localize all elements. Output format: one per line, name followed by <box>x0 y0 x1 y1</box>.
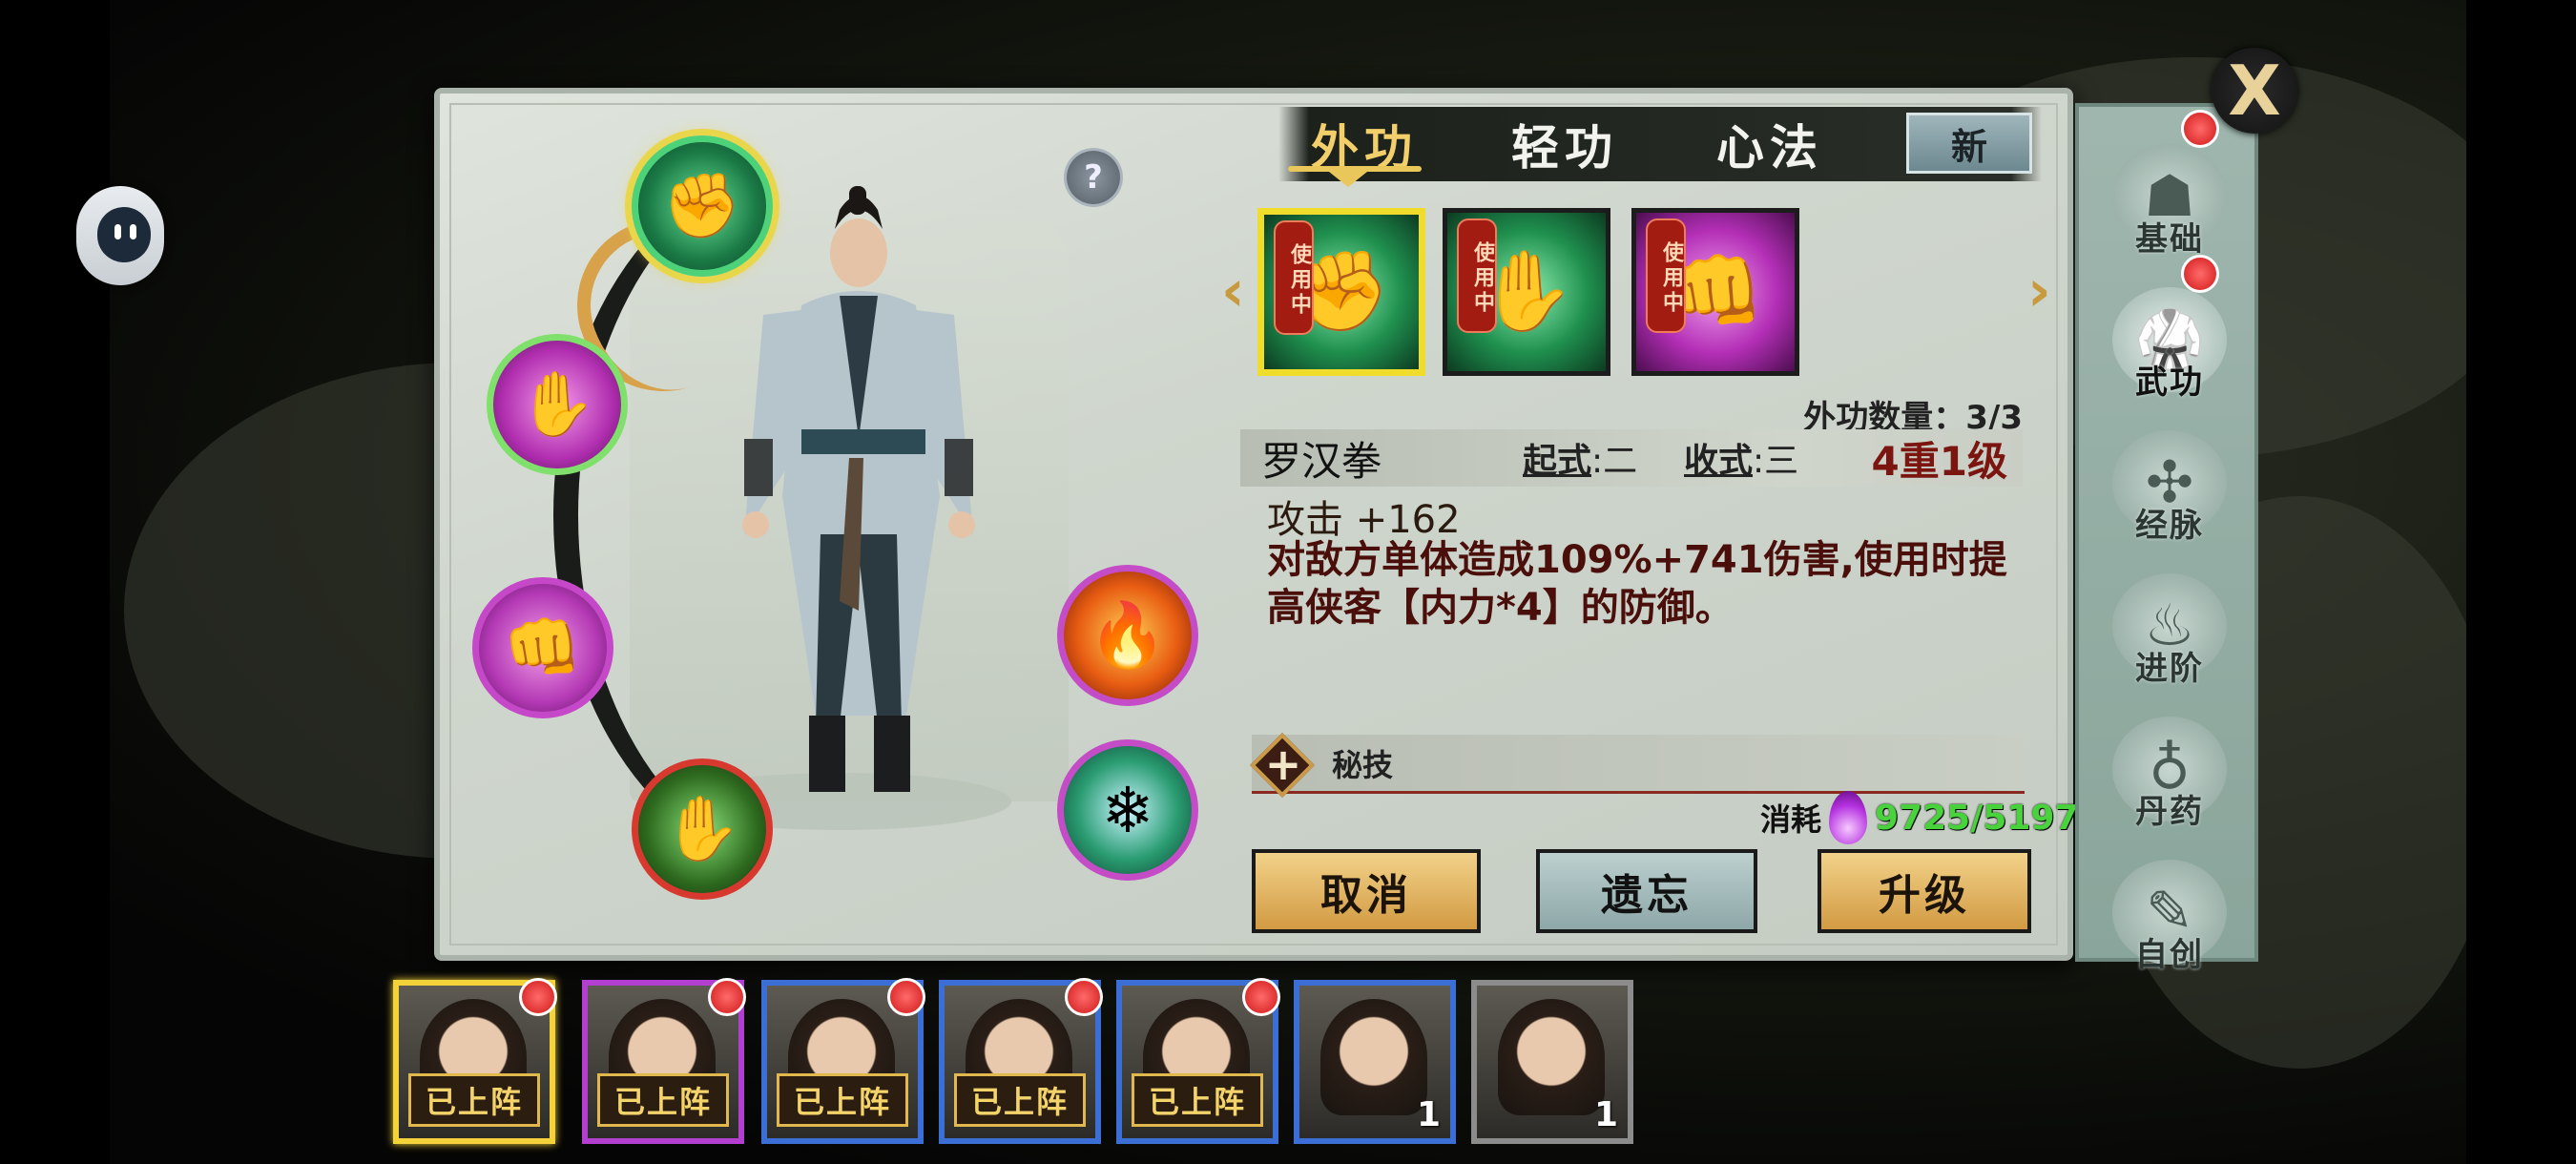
hero-slot[interactable]: 已上阵 <box>761 978 925 1144</box>
upgrade-cost: 消耗 9725/519733 <box>1760 791 2127 844</box>
in-use-seal: 使用中 <box>1646 218 1686 333</box>
hero-slot[interactable]: 已上阵 <box>939 978 1103 1144</box>
skill-slot-fist[interactable]: ✊ <box>632 135 773 277</box>
start-form-value: :二 <box>1591 442 1638 481</box>
end-form-label: 收式 <box>1684 442 1754 481</box>
side-item-martial[interactable]: 🥋 武功 <box>2098 269 2241 403</box>
new-tab-button[interactable]: 新 <box>1906 113 2032 174</box>
skill-level: 4重1级 <box>1871 437 2007 485</box>
hero-slot[interactable]: 1 <box>1294 980 1456 1144</box>
side-item-label: 经脉 <box>2135 507 2204 545</box>
chevron-right-icon[interactable]: › <box>2027 258 2051 324</box>
purple-flame-icon <box>1829 791 1868 844</box>
hero-slot[interactable]: 1 <box>1471 980 1633 1144</box>
skill-slot-palm[interactable]: ✋ <box>487 334 628 475</box>
side-item-advance[interactable]: ♨ 进阶 <box>2098 555 2241 689</box>
forget-button[interactable]: 遗忘 <box>1536 849 1757 933</box>
skill-slot-flame-kick[interactable]: 🔥 <box>1057 565 1198 706</box>
skill-slot-frost-burst[interactable]: ❄ <box>1057 739 1198 881</box>
help-icon[interactable]: ? <box>1067 151 1120 204</box>
tab-mind-method[interactable]: 心法 <box>1684 107 1856 181</box>
deployed-tag: 已上阵 <box>954 1073 1086 1127</box>
skill-name: 罗汉拳 <box>1261 437 1382 485</box>
letterbox-left <box>0 0 110 1164</box>
plus-icon[interactable]: + <box>1261 735 1305 794</box>
skill-description: 对敌方单体造成109%+741伤害,使用时提高侠客【内力*4】的防御。 <box>1267 538 2007 630</box>
active-tab-pointer <box>1329 172 1367 187</box>
deployed-tag: 已上阵 <box>1132 1073 1263 1127</box>
secret-technique-bar[interactable]: + 秘技 <box>1250 733 2025 798</box>
notification-badge <box>708 978 746 1016</box>
side-item-create[interactable]: ✎ 自创 <box>2098 842 2241 975</box>
start-form-label: 起式 <box>1523 442 1592 481</box>
hero-count: 1 <box>1416 1095 1441 1134</box>
hero-slot[interactable]: 已上阵 <box>1116 978 1280 1144</box>
skill-card-punch[interactable]: 使用中 👊 <box>1631 208 1799 376</box>
hero-portrait <box>1320 999 1427 1115</box>
skill-slot-poison[interactable]: ✋ <box>632 759 773 900</box>
skill-start-form: 起式:二 <box>1523 433 1637 483</box>
skill-header: 罗汉拳 起式:二 收式:三 4重1级 <box>1240 429 2023 487</box>
deployed-tag: 已上阵 <box>777 1073 908 1127</box>
skill-card-fist[interactable]: 使用中 ✊ <box>1257 208 1425 376</box>
side-item-label: 进阶 <box>2135 650 2204 688</box>
hero-slot[interactable]: 已上阵 <box>393 978 557 1144</box>
floating-assistant-icon[interactable] <box>76 186 164 285</box>
hero-slot[interactable]: 已上阵 <box>582 978 746 1144</box>
close-icon[interactable]: X <box>2212 48 2297 134</box>
side-item-label: 武功 <box>2135 364 2204 402</box>
notification-badge <box>519 978 557 1016</box>
skill-card-palm[interactable]: 使用中 ✋ <box>1443 208 1610 376</box>
notification-badge <box>2181 110 2219 148</box>
side-item-elixir[interactable]: ♁ 丹药 <box>2098 698 2241 832</box>
notification-badge <box>1065 978 1103 1016</box>
side-item-meridian[interactable]: ✣ 经脉 <box>2098 412 2241 546</box>
hero-count: 1 <box>1593 1095 1618 1134</box>
letterbox-right <box>2466 0 2576 1164</box>
skill-slot-punch[interactable]: 👊 <box>472 577 613 718</box>
in-use-seal: 使用中 <box>1457 218 1497 333</box>
upgrade-button[interactable]: 升级 <box>1818 849 2031 933</box>
deployed-tag: 已上阵 <box>408 1073 540 1127</box>
notification-badge <box>1242 978 1280 1016</box>
hero-portrait <box>1498 999 1605 1115</box>
side-menu: ☗ 基础 🥋 武功 ✣ 经脉 ♨ 进阶 ♁ 丹药 ✎ 自创 <box>2075 103 2258 974</box>
end-form-value: :三 <box>1753 442 1799 481</box>
in-use-seal: 使用中 <box>1274 220 1314 335</box>
notification-badge <box>887 978 925 1016</box>
tab-lightness-skill[interactable]: 轻功 <box>1479 107 1651 181</box>
side-item-label: 丹药 <box>2135 793 2204 831</box>
cancel-button[interactable]: 取消 <box>1252 849 1481 933</box>
cost-label: 消耗 <box>1760 801 1822 838</box>
side-item-basic[interactable]: ☗ 基础 <box>2098 126 2241 260</box>
side-item-label: 基础 <box>2135 220 2204 259</box>
notification-badge <box>2181 255 2219 293</box>
secret-technique-label: 秘技 <box>1332 746 1394 783</box>
skill-end-form: 收式:三 <box>1684 433 1798 483</box>
chevron-left-icon[interactable]: ‹ <box>1221 258 1245 324</box>
deployed-tag: 已上阵 <box>597 1073 729 1127</box>
side-item-label: 自创 <box>2135 936 2204 974</box>
